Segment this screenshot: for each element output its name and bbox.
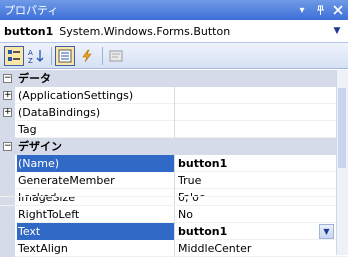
property-row[interactable]: TextAlign MiddleCenter <box>0 240 348 257</box>
properties-title-bar: プロパティ ▾ <box>0 0 348 20</box>
property-row[interactable]: ImageSize 0, 0 <box>0 197 348 206</box>
property-row[interactable]: + (DataBindings) <box>0 104 348 121</box>
property-name: TextAlign <box>18 242 68 255</box>
property-name: (ApplicationSettings) <box>18 89 134 102</box>
alphabetical-sort-icon[interactable]: A Z <box>26 46 46 66</box>
expand-icon[interactable]: + <box>3 108 12 117</box>
property-value[interactable]: True <box>178 172 338 189</box>
close-icon[interactable] <box>330 2 346 18</box>
property-row[interactable]: Locked False <box>0 189 348 197</box>
property-name: Text <box>17 223 174 240</box>
property-value[interactable] <box>178 121 338 138</box>
column-divider[interactable] <box>174 223 175 240</box>
properties-toolbar: A Z <box>0 43 348 69</box>
property-grid: − データ + (ApplicationSettings) + (DataBin… <box>0 70 348 257</box>
column-divider[interactable] <box>174 189 175 196</box>
property-name: (Name) <box>17 155 174 172</box>
svg-text:Z: Z <box>28 57 33 64</box>
property-value[interactable] <box>178 87 338 104</box>
column-divider[interactable] <box>174 206 175 223</box>
category-label: データ <box>18 72 51 85</box>
category-data[interactable]: − データ <box>0 70 348 87</box>
property-value[interactable]: MiddleCenter <box>178 240 338 257</box>
property-value[interactable]: 0, 0 <box>178 197 338 205</box>
column-divider[interactable] <box>174 197 175 205</box>
svg-text:A: A <box>28 49 33 57</box>
chevron-down-icon[interactable]: ▼ <box>319 224 334 239</box>
property-value[interactable]: button1 <box>178 155 338 172</box>
property-row[interactable]: RightToLeft No <box>0 206 348 223</box>
scrollbar-thumb[interactable] <box>338 88 346 168</box>
category-design[interactable]: − デザイン <box>0 138 348 155</box>
property-name: Locked <box>17 189 174 196</box>
toolbar-separator <box>51 46 52 65</box>
property-value[interactable]: button1 <box>178 223 338 240</box>
column-divider[interactable] <box>174 104 175 121</box>
categorized-view-icon[interactable] <box>4 45 24 66</box>
column-divider[interactable] <box>174 87 175 104</box>
object-selector[interactable]: button1 System.Windows.Forms.Button ▼ <box>0 20 348 43</box>
property-name: RightToLeft <box>18 208 80 221</box>
property-row[interactable]: GenerateMember True <box>0 172 348 189</box>
property-name: (DataBindings) <box>18 106 101 119</box>
vertical-scrollbar[interactable] <box>336 70 348 255</box>
property-row[interactable]: Tag <box>0 121 348 138</box>
property-name: Tag <box>18 123 37 136</box>
property-row-selected[interactable]: (Name) button1 <box>0 155 348 172</box>
expand-icon[interactable]: + <box>3 91 12 100</box>
collapse-icon[interactable]: − <box>3 142 12 151</box>
dropdown-arrow-icon[interactable]: ▾ <box>294 2 310 18</box>
collapse-icon[interactable]: − <box>3 74 12 83</box>
object-name: button1 <box>4 24 54 38</box>
properties-view-icon[interactable] <box>55 45 75 66</box>
events-lightning-icon[interactable] <box>77 46 97 66</box>
category-label: デザイン <box>18 140 62 153</box>
property-value[interactable] <box>178 104 338 121</box>
toolbar-separator <box>102 46 103 65</box>
object-type: System.Windows.Forms.Button <box>59 24 231 38</box>
pin-icon[interactable] <box>312 2 328 18</box>
column-divider[interactable] <box>174 121 175 138</box>
chevron-down-icon[interactable]: ▼ <box>329 22 345 40</box>
property-row[interactable]: + (ApplicationSettings) <box>0 87 348 104</box>
property-name: ImageSize <box>18 197 76 204</box>
column-divider[interactable] <box>174 240 175 257</box>
window-title: プロパティ <box>4 4 59 17</box>
property-value[interactable]: No <box>178 206 338 223</box>
column-divider[interactable] <box>174 155 175 172</box>
column-divider[interactable] <box>174 172 175 189</box>
property-value[interactable]: False <box>178 189 338 196</box>
property-name: GenerateMember <box>18 174 115 187</box>
property-row-selected[interactable]: Text button1 ▼ <box>0 223 348 240</box>
property-pages-icon[interactable] <box>106 46 126 66</box>
